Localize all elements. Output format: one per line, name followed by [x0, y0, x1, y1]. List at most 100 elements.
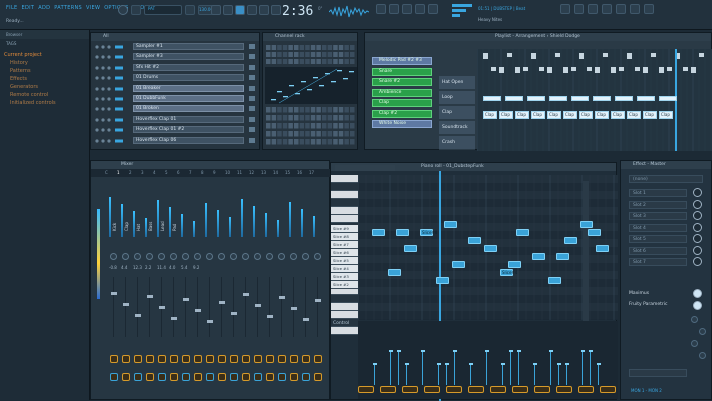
route-icon[interactable]	[193, 373, 202, 381]
pan-knob[interactable]	[158, 253, 165, 260]
fx-slot[interactable]: Fruity Parametric	[629, 302, 699, 307]
piano-roll-toolbar[interactable]	[335, 165, 395, 171]
playlist-clip[interactable]: Clap	[627, 111, 641, 119]
pattern-item[interactable]: Clap	[372, 99, 432, 107]
midi-note[interactable]	[444, 221, 457, 228]
pan-knob[interactable]	[254, 253, 261, 260]
channel-select-led[interactable]	[249, 96, 255, 101]
channel-controls[interactable]	[95, 118, 125, 122]
slice-key[interactable]: Slice #9	[331, 225, 358, 233]
effect-slot-toggle[interactable]	[693, 211, 702, 220]
menu-item-view[interactable]: VIEW	[86, 5, 100, 11]
pan-knob[interactable]	[110, 253, 117, 260]
playlist-clip[interactable]: Clap	[515, 111, 529, 119]
help-icon[interactable]	[630, 4, 640, 14]
channel-name-button[interactable]: 01 Breaker	[133, 84, 244, 92]
volume-fader[interactable]	[206, 320, 213, 323]
loop-icon[interactable]	[259, 5, 269, 15]
playlist-clip[interactable]: Clap	[483, 111, 497, 119]
pan-knob[interactable]	[290, 253, 297, 260]
route-icon[interactable]	[181, 373, 190, 381]
midi-note[interactable]	[588, 229, 601, 236]
effect-slot[interactable]: Slot 6	[629, 246, 687, 255]
channel-row[interactable]: 01 Breaker	[93, 84, 259, 93]
mixer-track-number[interactable]: 5	[165, 170, 168, 175]
slice-key[interactable]: Slice #2	[331, 281, 358, 289]
velocity-bar[interactable]	[446, 365, 448, 385]
channel-select-led[interactable]	[249, 85, 255, 91]
channel-controls[interactable]	[95, 128, 125, 132]
channel-select-led[interactable]	[249, 116, 255, 122]
channel-name-button[interactable]: Sampler #1	[133, 43, 244, 50]
playlist-clip[interactable]	[659, 96, 677, 101]
piano-key[interactable]	[331, 303, 358, 311]
send-icon[interactable]	[145, 355, 154, 363]
mixer-track-number[interactable]: 13	[261, 170, 266, 175]
render-icon[interactable]	[588, 4, 598, 14]
channel-controls[interactable]	[95, 97, 125, 101]
effect-preset[interactable]: (none)	[629, 175, 703, 183]
velocity-bar[interactable]	[510, 352, 512, 385]
volume-fader[interactable]	[170, 317, 177, 320]
volume-fader[interactable]	[242, 293, 249, 296]
menu-item-patterns[interactable]: PATTERNS	[54, 5, 82, 11]
pan-knob[interactable]	[122, 253, 129, 260]
midi-note[interactable]	[580, 221, 593, 228]
midi-note[interactable]	[596, 245, 609, 252]
playlist-clip[interactable]: Clap	[595, 111, 609, 119]
send-icon[interactable]	[193, 355, 202, 363]
route-icon[interactable]	[169, 373, 178, 381]
volume-fader[interactable]	[290, 307, 297, 310]
velocity-bar[interactable]	[502, 365, 504, 385]
fx-toggle[interactable]	[693, 301, 702, 310]
route-icon[interactable]	[289, 373, 298, 381]
browser-item[interactable]: Remote control	[4, 91, 85, 99]
velocity-bar[interactable]	[550, 352, 552, 385]
midi-note[interactable]	[396, 229, 409, 236]
track-header[interactable]: Soundtrack	[439, 121, 475, 135]
volume-fader[interactable]	[266, 315, 273, 318]
midi-note[interactable]	[548, 277, 561, 284]
slice-key[interactable]: Slice #6	[331, 249, 358, 257]
midi-note[interactable]	[436, 277, 449, 284]
pan-knob[interactable]	[230, 253, 237, 260]
playlist-clip[interactable]	[505, 96, 523, 101]
velocity-bar[interactable]	[518, 352, 520, 385]
step-sequencer[interactable]	[263, 41, 359, 151]
velocity-bar[interactable]	[558, 365, 560, 385]
slice-key[interactable]: Slice #4	[331, 265, 358, 273]
pan-knob[interactable]	[182, 253, 189, 260]
channel-controls[interactable]	[95, 138, 125, 143]
pan-knob[interactable]	[146, 253, 153, 260]
playlist-clip[interactable]	[549, 96, 567, 101]
velocity-bar[interactable]	[582, 352, 584, 385]
channel-name-button[interactable]: 01 Drums	[133, 74, 244, 82]
route-icon[interactable]	[265, 373, 274, 381]
effect-slot[interactable]: Slot 3	[629, 212, 687, 220]
velocity-bar[interactable]	[534, 365, 536, 385]
playlist-clip[interactable]: Clap	[499, 111, 513, 119]
channel-select-led[interactable]	[249, 54, 255, 60]
velocity-bar[interactable]	[598, 365, 600, 385]
send-icon[interactable]	[169, 355, 178, 363]
browser-item[interactable]: History	[4, 59, 85, 67]
piano-key[interactable]	[331, 175, 358, 183]
effect-slot[interactable]: Slot 4	[629, 223, 687, 232]
track-header[interactable]: Crash	[439, 136, 475, 150]
channel-name-button[interactable]: Hoverflex Clap 01 #2	[133, 126, 244, 134]
channel-select-led[interactable]	[249, 64, 255, 70]
channel-row[interactable]: 01 Drums	[93, 74, 259, 82]
browser-icon[interactable]	[428, 4, 438, 14]
channel-row[interactable]: Hoverflex Clap 01	[93, 115, 259, 124]
volume-fader[interactable]	[194, 309, 201, 312]
output-selector[interactable]	[629, 369, 687, 377]
slice-key[interactable]: Slice #3	[331, 273, 358, 281]
piano-key[interactable]	[331, 215, 358, 223]
effect-knob[interactable]	[699, 328, 706, 335]
piano-key[interactable]	[331, 311, 358, 319]
browser-item[interactable]: Generators	[4, 83, 85, 91]
velocity-bar[interactable]	[590, 352, 592, 385]
effect-slot[interactable]: Slot 1	[629, 189, 687, 197]
mixer-track-number[interactable]: 2	[129, 170, 132, 175]
send-icon[interactable]	[289, 355, 298, 363]
